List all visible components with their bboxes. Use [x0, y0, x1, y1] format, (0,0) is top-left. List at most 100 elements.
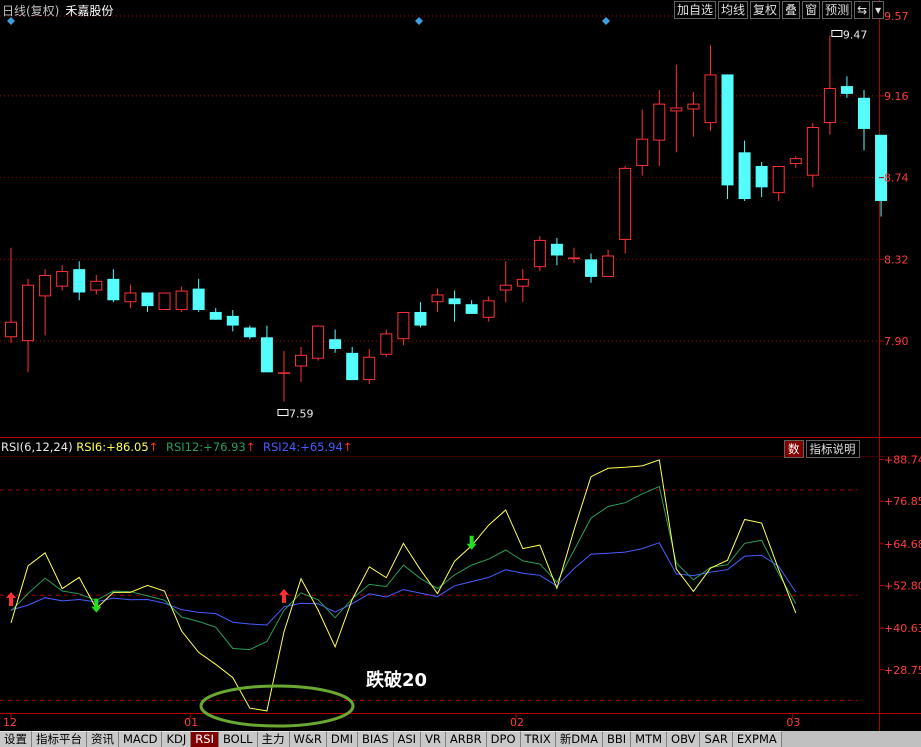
candle [823, 35, 836, 135]
adjust-price-button[interactable]: 复权 [750, 1, 781, 19]
tab-0[interactable]: 设置 [0, 731, 32, 747]
candle [448, 290, 461, 322]
candle [312, 325, 325, 361]
indicator-tabs: 设置 指标平台 资讯 MACD KDJ RSI BOLL 主力 W&R DMI BIAS ASI VR A… [0, 731, 921, 747]
candle-body [380, 333, 393, 355]
chart-canvas: 9.47 7.59 9.57 9.16 8.74 8.32 7.90 +88.74 +76.8… [0, 0, 921, 731]
candle-body [704, 74, 717, 124]
tab-dpo[interactable]: DPO [486, 731, 521, 747]
window-button[interactable]: 窗 [802, 1, 821, 19]
annotation-ellipse [199, 684, 355, 728]
candle-body [431, 294, 444, 303]
candle-body [346, 352, 359, 381]
indicator-help-button[interactable]: 指标说明 [805, 440, 860, 458]
tab-vr[interactable]: VR [421, 731, 446, 747]
rsi12-arrow-icon: ↑ [245, 440, 256, 454]
marker-diamond-icon [415, 17, 423, 25]
time-axis-label: 03 [786, 716, 800, 729]
add-watchlist-button[interactable]: 加自选 [674, 1, 717, 19]
tab-obv[interactable]: OBV [667, 731, 701, 747]
candle-body [107, 278, 120, 301]
indicator-header: RSI(6,12,24) RSI6:+86.05↑ RSI12:+76.93↑ … [1, 440, 352, 454]
rsi12-label: RSI12: [165, 440, 204, 454]
candle-body [260, 337, 273, 373]
buy-arrow-icon [278, 588, 289, 603]
tab-bbi[interactable]: BBI [602, 731, 632, 747]
chart-label: 日线(复权) [2, 4, 60, 18]
candle [567, 247, 580, 264]
dropdown-arrow-icon[interactable]: ▾ [872, 1, 885, 19]
candle-body [277, 372, 290, 374]
sell-arrow-icon [466, 535, 477, 550]
candle-body [550, 243, 563, 256]
swap-icon[interactable]: ⇆ [854, 1, 871, 19]
candle [738, 140, 751, 201]
candle-layer: 9.47 7.59 [5, 28, 888, 421]
candle-body [823, 88, 836, 124]
tab-boll[interactable]: BOLL [218, 731, 258, 747]
rsi6-arrow-icon: ↑ [148, 440, 159, 454]
candle [158, 292, 171, 311]
tab-arbr[interactable]: ARBR [445, 731, 487, 747]
candle [755, 162, 768, 198]
tab-2[interactable]: 资讯 [87, 731, 119, 747]
candle-body [465, 304, 478, 314]
tab-rsi[interactable]: RSI [191, 731, 219, 747]
candle [653, 89, 666, 166]
rsi24-value: +65.94 [300, 440, 343, 454]
tab-kdj[interactable]: KDJ [162, 731, 192, 747]
candle [346, 347, 359, 381]
candle [363, 348, 376, 385]
candle [465, 300, 478, 314]
candle-body [721, 74, 734, 186]
tab-mtm[interactable]: MTM [631, 731, 668, 747]
candle-body [226, 315, 239, 326]
candle [687, 91, 700, 137]
candle [39, 269, 52, 336]
candle-body [175, 290, 188, 311]
candle-body [875, 134, 888, 201]
tab-macd[interactable]: MACD [119, 731, 163, 747]
time-axis-label: 12 [3, 716, 17, 729]
chart-header: 日线(复权) 禾嘉股份 [2, 2, 113, 19]
tab-trix[interactable]: TRIX [520, 731, 556, 747]
candle [670, 64, 683, 153]
candle [22, 278, 35, 373]
tab-bias[interactable]: BIAS [358, 731, 394, 747]
tab-asi[interactable]: ASI [393, 731, 422, 747]
toolbar: 加自选 均线 复权 叠 窗 预测 ⇆ ▾ [674, 1, 885, 19]
candle [619, 165, 632, 254]
candle-body [567, 257, 580, 259]
candle-body [124, 292, 137, 303]
candle-body [738, 152, 751, 200]
candle [789, 156, 802, 168]
candle [397, 311, 410, 346]
candle-body [840, 86, 853, 94]
rsi12-value: +76.93 [203, 440, 246, 454]
tab-dmi[interactable]: DMI [326, 731, 359, 747]
data-button[interactable]: 数 [784, 440, 804, 458]
price-axis-label: 9.16 [884, 90, 909, 103]
candle [602, 249, 615, 277]
overlay-button[interactable]: 叠 [782, 1, 801, 19]
tab-1[interactable]: 指标平台 [32, 731, 87, 747]
forecast-button[interactable]: 预测 [822, 1, 853, 19]
candle [772, 165, 785, 201]
tab-w-r[interactable]: W&R [289, 731, 327, 747]
axis-layer: 9.57 9.16 8.74 8.32 7.90 +88.74 +76.85 +64.68 +5… [3, 10, 921, 729]
tab-sar[interactable]: SAR [700, 731, 733, 747]
candle-body [295, 354, 308, 367]
candle-body [22, 284, 35, 342]
tab-expma[interactable]: EXPMA [732, 731, 782, 747]
candle-body [602, 255, 615, 277]
candle [124, 284, 137, 309]
rsi6-value: +86.05 [106, 440, 149, 454]
candle [73, 261, 86, 301]
tab-dma16[interactable]: 新DMA [555, 731, 603, 747]
time-axis-label: 02 [510, 716, 524, 729]
candle-body [619, 167, 632, 240]
candle [277, 350, 290, 402]
tab-7[interactable]: 主力 [257, 731, 290, 747]
moving-average-button[interactable]: 均线 [718, 1, 749, 19]
rsi-axis-label: +64.68 [884, 538, 921, 551]
